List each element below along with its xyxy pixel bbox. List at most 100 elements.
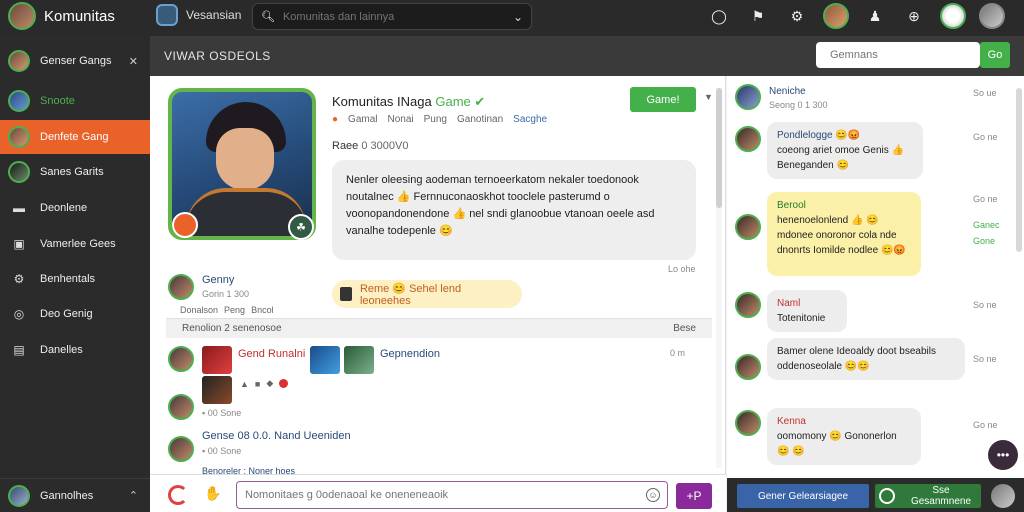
avatar[interactable] bbox=[735, 292, 761, 318]
meta-link[interactable]: Sacghe bbox=[513, 114, 547, 125]
chat-author[interactable]: Berool bbox=[777, 198, 911, 213]
divider-left: Renolion 2 senenosoe bbox=[182, 323, 282, 334]
chevron-down-icon[interactable]: ⌄ bbox=[513, 10, 523, 24]
flag-icon[interactable]: ⚑ bbox=[745, 2, 771, 30]
level-badge-icon bbox=[172, 212, 198, 238]
sidebar-footer-label: Gannolhes bbox=[40, 489, 94, 502]
leaf-icon[interactable]: ☘ bbox=[288, 214, 314, 240]
chat-time: Gone bbox=[973, 236, 996, 246]
commenter-name[interactable]: Genny bbox=[202, 274, 234, 286]
member-search-input[interactable] bbox=[830, 49, 972, 61]
chat-text: coeong ariet omoe Genis 👍 Beneganden 😊 bbox=[777, 145, 904, 171]
search-input[interactable] bbox=[282, 10, 505, 23]
share-icon[interactable]: ◆ bbox=[266, 378, 273, 389]
avatar[interactable] bbox=[168, 436, 194, 462]
thumbnail[interactable] bbox=[202, 376, 232, 404]
chat-icon[interactable]: ◯ bbox=[706, 2, 732, 30]
chat-scrollbar[interactable] bbox=[1016, 88, 1022, 252]
sidebar-item-label: Benhentals bbox=[40, 273, 96, 285]
chat-author[interactable]: Naml bbox=[777, 296, 837, 311]
avatar[interactable] bbox=[168, 394, 194, 420]
secondary-action-button[interactable]: Sse Gesanmnene bbox=[875, 484, 981, 508]
gear-icon[interactable]: ⚙ bbox=[784, 2, 810, 30]
primary-action-button[interactable]: Gener Gelearsiagee bbox=[737, 484, 869, 508]
action-item[interactable]: Bncol bbox=[251, 305, 274, 315]
profile-avatar[interactable] bbox=[940, 3, 966, 29]
avatar[interactable] bbox=[735, 354, 761, 380]
avatar[interactable] bbox=[991, 484, 1015, 508]
more-icon[interactable]: ••• bbox=[988, 440, 1018, 470]
chat-author[interactable]: Pondlelogge 😊😡 bbox=[777, 128, 913, 143]
chat-bubble: Bamer olene Ideoaldy doot bseabils odden… bbox=[767, 338, 965, 380]
sidebar-item-label: Danelles bbox=[40, 344, 83, 356]
search-icon: 🔍︎ bbox=[261, 11, 275, 23]
sidebar-item-deo-genig[interactable]: ◎ Deo Genig bbox=[0, 297, 150, 331]
sidebar-item-benhentals[interactable]: ⚙ Benhentals bbox=[0, 262, 150, 296]
emoji-icon[interactable]: ☺ bbox=[646, 488, 660, 502]
chat-author[interactable]: Neniche bbox=[769, 86, 806, 97]
action-item[interactable]: Donalson bbox=[180, 305, 218, 315]
avatar[interactable] bbox=[168, 346, 194, 372]
post-author[interactable]: Gense 08 0.0. Nand Ueeniden bbox=[202, 430, 351, 442]
brand-avatar bbox=[8, 2, 36, 30]
brand[interactable]: Komunitas bbox=[8, 2, 115, 30]
friend-avatar[interactable] bbox=[823, 3, 849, 29]
sidebar-footer[interactable]: Gannolhes ⌃ bbox=[0, 478, 150, 512]
go-button[interactable]: Go bbox=[980, 42, 1010, 68]
thumbnail[interactable] bbox=[202, 346, 232, 374]
sidebar-item-danelles[interactable]: ▤ Danelles bbox=[0, 333, 150, 367]
refresh-icon[interactable] bbox=[168, 485, 188, 505]
lock-icon: ▤ bbox=[13, 343, 25, 357]
sidebar-item-label: Vamerlee Gees bbox=[40, 238, 116, 250]
thumbs-up-icon[interactable]: ✋ bbox=[204, 485, 221, 502]
chat-time: Go ne bbox=[973, 420, 998, 430]
sidebar-item-snoote[interactable]: Snoote bbox=[0, 84, 150, 118]
chevron-up-icon[interactable]: ⌃ bbox=[129, 489, 138, 502]
action-item[interactable]: Peng bbox=[224, 305, 245, 315]
post-author[interactable]: Gend Runalni bbox=[238, 348, 305, 360]
profile-bio-bubble: Nenler oleesing aodeman ternoeerkatom ne… bbox=[332, 160, 696, 260]
message-input[interactable] bbox=[236, 481, 668, 509]
sidebar-item-deonlene[interactable]: ▬ Deonlene bbox=[0, 191, 150, 225]
caret-down-icon[interactable]: ▼ bbox=[704, 92, 713, 102]
commenter-time: Gorin 1 300 bbox=[202, 289, 250, 299]
puzzle-icon[interactable]: ♟ bbox=[862, 2, 888, 30]
chat-panel: Neniche Seong 0 1 300 So ue Pondlelogge … bbox=[727, 76, 1024, 478]
avatar[interactable] bbox=[735, 126, 761, 152]
global-search[interactable]: 🔍︎ ⌄ bbox=[252, 3, 532, 30]
divider-right[interactable]: Bese bbox=[673, 323, 696, 334]
avatar bbox=[8, 161, 30, 183]
reaction-pill[interactable]: Reme 😊 Sehel lend leoneehes bbox=[332, 280, 522, 308]
meta-item[interactable]: Ganotinan bbox=[457, 114, 503, 125]
search-circle-icon[interactable]: ⊕ bbox=[901, 2, 927, 30]
stat-label: Raee bbox=[332, 140, 359, 152]
feed-scrollbar-thumb[interactable] bbox=[716, 88, 722, 208]
sidebar-item-genser-gangs[interactable]: Genser Gangs ✕ bbox=[0, 44, 150, 78]
avatar[interactable] bbox=[735, 214, 761, 240]
avatar bbox=[8, 126, 30, 148]
thumbnail[interactable] bbox=[310, 346, 340, 374]
sidebar-item-sanes-garits[interactable]: Sanes Garits bbox=[0, 155, 150, 189]
reaction-text: Reme 😊 Sehel lend leoneehes bbox=[359, 282, 462, 307]
profile-meta: ● Gamal Nonai Pung Ganotinan Sacghe bbox=[332, 114, 547, 125]
thumbnail[interactable] bbox=[344, 346, 374, 374]
game-button[interactable]: Game! bbox=[630, 87, 696, 112]
avatar[interactable] bbox=[735, 410, 761, 436]
avatar[interactable] bbox=[168, 274, 194, 300]
chat-bubble: Kenna oomomony 😊 Gononerlon 😊 😊 bbox=[767, 408, 921, 465]
chat-author[interactable]: Kenna bbox=[777, 414, 911, 429]
user-avatar[interactable] bbox=[979, 3, 1005, 29]
sidebar-item-denfete-gang[interactable]: Denfete Gang bbox=[0, 120, 150, 154]
sidebar-item-vamerlee-gees[interactable]: ▣ Vamerlee Gees bbox=[0, 227, 150, 261]
member-search[interactable]: ⌕ bbox=[816, 42, 986, 68]
workspace-switcher[interactable]: Vesansian bbox=[156, 4, 241, 26]
profile-feed-panel: ☘ Komunitas INaga Game ✔ ● Gamal Nonai P… bbox=[150, 76, 726, 476]
send-button[interactable]: +P bbox=[676, 483, 712, 509]
close-icon[interactable]: ✕ bbox=[129, 55, 138, 68]
post-author[interactable]: Gepnendion bbox=[380, 348, 440, 360]
workspace-icon bbox=[156, 4, 178, 26]
like-icon[interactable]: ▲ bbox=[240, 379, 249, 389]
comment-icon[interactable]: ■ bbox=[255, 379, 260, 389]
gear-icon: ⚙ bbox=[13, 272, 25, 286]
avatar[interactable] bbox=[735, 84, 761, 110]
